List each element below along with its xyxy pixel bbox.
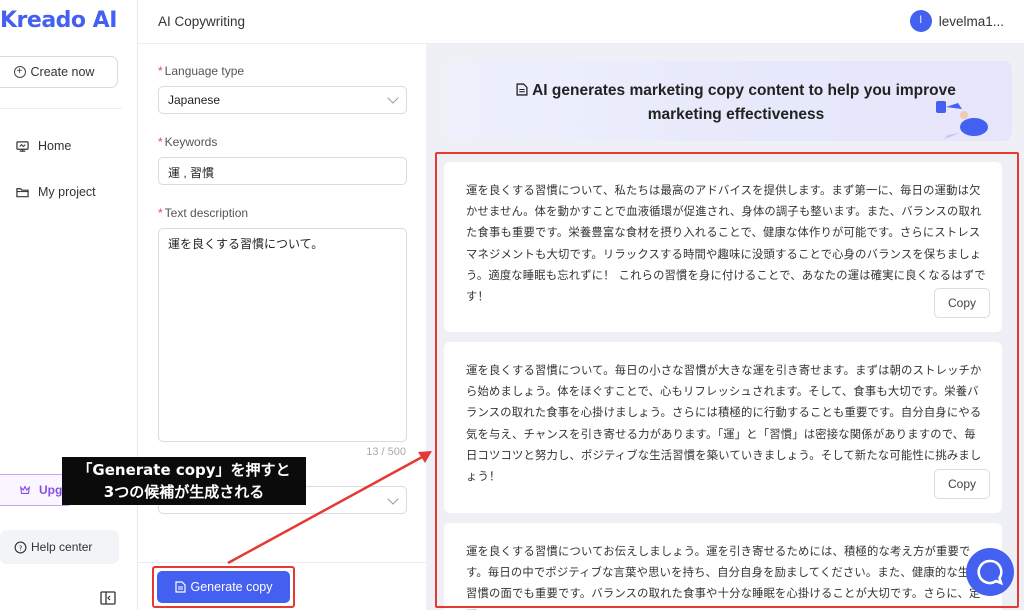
top-header: AI Copywriting l levelma1... <box>138 0 1024 44</box>
create-now-button[interactable]: + Create now <box>0 56 118 88</box>
sidebar-item-home-label: Home <box>38 139 72 153</box>
keywords-value: 運 , 習慣 <box>168 166 215 180</box>
sidebar: Kreado AI + Create now Home My project U… <box>0 0 138 610</box>
keywords-input[interactable]: 運 , 習慣 <box>158 157 407 185</box>
avatar: l <box>909 10 932 32</box>
crown-icon <box>19 485 31 494</box>
collapse-sidebar-icon[interactable] <box>100 591 116 605</box>
sidebar-item-home[interactable]: Home <box>16 139 71 153</box>
chevron-down-icon <box>387 92 399 104</box>
language-value: Japanese <box>168 93 221 107</box>
banner-text: AI generates marketing copy content to h… <box>486 79 986 127</box>
help-center-label: Help center <box>31 540 93 554</box>
sidebar-divider <box>0 108 122 109</box>
text-description-value: 運を良くする習慣について。 <box>168 237 324 251</box>
user-menu[interactable]: l levelma1... <box>909 10 1004 32</box>
generate-highlight-box <box>152 566 295 608</box>
document-icon <box>516 83 528 96</box>
kreado-logo[interactable]: Kreado AI <box>0 8 117 33</box>
chat-support-button[interactable] <box>966 548 1014 596</box>
language-type-label: * Language type <box>158 64 245 78</box>
svg-text:?: ? <box>19 543 23 552</box>
annotation-line-1: 「Generate copy」を押すと <box>77 461 291 479</box>
banner: AI generates marketing copy content to h… <box>446 61 1012 141</box>
annotation-line-2: 3つの候補が生成される <box>103 483 265 501</box>
folder-icon <box>16 187 29 197</box>
user-name: levelma1... <box>938 13 1004 29</box>
copywriting-form: * Language type Japanese * Keywords 運 , 習慣… <box>138 44 426 610</box>
person-illustration-icon <box>936 101 988 139</box>
text-description-textarea[interactable]: 運を良くする習慣について。 <box>158 228 407 442</box>
sidebar-item-my-project-label: My project <box>38 185 96 199</box>
text-description-label: * Text description <box>158 206 249 220</box>
character-counter: 13 / 500 <box>366 446 406 458</box>
language-select[interactable]: Japanese <box>158 86 407 114</box>
annotation-callout: 「Generate copy」を押すと 3つの候補が生成される <box>62 457 306 505</box>
help-center-button[interactable]: ? Help center <box>0 530 119 564</box>
plus-circle-icon: + <box>13 66 26 78</box>
monitor-icon <box>16 140 29 152</box>
help-icon: ? <box>14 541 27 553</box>
keywords-label: * Keywords <box>158 135 218 149</box>
sidebar-item-my-project[interactable]: My project <box>16 185 96 199</box>
chevron-down-icon <box>387 493 399 505</box>
chat-icon <box>977 559 1004 586</box>
upgrade-label: Upg <box>39 483 63 497</box>
page-title: AI Copywriting <box>158 14 246 29</box>
create-now-label: Create now <box>30 65 95 79</box>
results-highlight-box <box>435 152 1019 608</box>
